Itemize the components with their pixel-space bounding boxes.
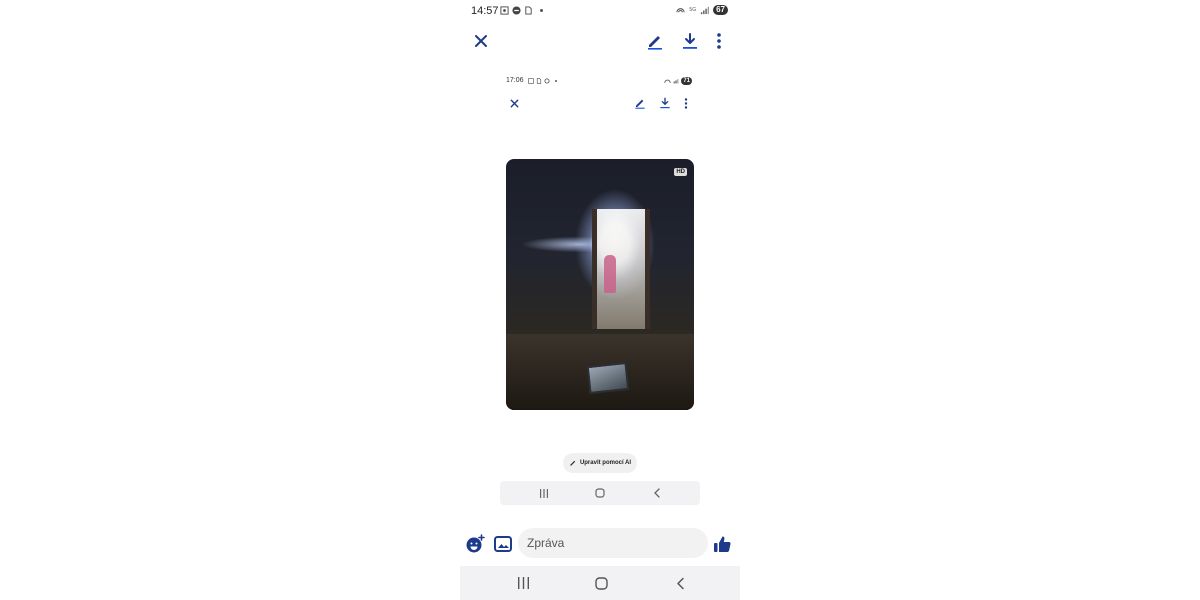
inner-navigation-bar xyxy=(500,481,700,505)
recents-button[interactable] xyxy=(513,574,533,592)
file-icon xyxy=(536,78,542,84)
message-input[interactable] xyxy=(518,528,708,558)
inner-recents-button xyxy=(538,487,550,499)
inner-close-button xyxy=(507,96,521,110)
download-icon xyxy=(683,33,697,49)
more-vert-icon xyxy=(717,33,721,49)
edit-button[interactable] xyxy=(644,30,666,52)
video-scene-doorway xyxy=(592,209,650,329)
close-icon xyxy=(510,99,518,107)
inner-edit-button xyxy=(633,96,647,110)
shared-screenshot[interactable]: 17:06 71 HD Upravit pomocí AI xyxy=(500,72,700,482)
hotspot-icon xyxy=(676,7,686,12)
ai-edit-icon xyxy=(570,460,576,466)
hd-badge: HD xyxy=(674,168,687,176)
hotspot-icon xyxy=(664,79,672,83)
home-button[interactable] xyxy=(591,574,611,592)
like-button[interactable] xyxy=(711,533,733,555)
back-icon xyxy=(676,577,684,589)
inner-status-right-icons: 71 xyxy=(664,77,692,85)
video-scene-figure xyxy=(604,255,616,293)
add-emoji-button[interactable] xyxy=(464,533,486,555)
network-type: 5G xyxy=(689,7,697,13)
image-icon xyxy=(494,536,512,552)
inner-status-bar: 17:06 71 xyxy=(500,76,700,88)
inner-back-button xyxy=(651,487,663,499)
recents-icon xyxy=(540,488,548,498)
edit-with-ai-button: Upravit pomocí AI xyxy=(563,453,637,473)
inner-status-left-icons xyxy=(528,78,557,84)
status-left-icons xyxy=(500,6,543,15)
screenshot-icon xyxy=(500,6,509,15)
status-time: 14:57 xyxy=(471,5,499,17)
download-button[interactable] xyxy=(679,30,701,52)
more-options-button[interactable] xyxy=(708,30,730,52)
more-vert-icon xyxy=(684,97,688,109)
signal-icon xyxy=(700,6,710,14)
video-thumbnail[interactable]: HD xyxy=(506,159,694,410)
viewer-toolbar xyxy=(460,26,740,56)
phone-screen: 14:57 5G 67 17:06 71 HD Upravit pomocí A… xyxy=(460,0,740,600)
file-icon xyxy=(525,6,532,15)
battery-indicator: 67 xyxy=(713,5,728,15)
system-navigation-bar xyxy=(460,566,740,600)
edit-with-ai-label: Upravit pomocí AI xyxy=(579,460,632,466)
back-icon xyxy=(654,488,660,498)
thumbs-up-icon xyxy=(714,536,731,552)
back-button[interactable] xyxy=(670,574,690,592)
inner-more-button xyxy=(679,96,693,110)
close-button[interactable] xyxy=(470,30,492,52)
home-icon xyxy=(594,576,608,590)
inner-home-button xyxy=(594,487,606,499)
do-not-disturb-icon xyxy=(512,6,521,15)
inner-download-button xyxy=(658,96,672,110)
gallery-button[interactable] xyxy=(492,533,514,555)
add-sticker-icon xyxy=(466,534,485,553)
download-icon xyxy=(660,97,670,109)
edit-icon xyxy=(635,99,645,109)
inner-status-time: 17:06 xyxy=(506,77,524,84)
settings-icon xyxy=(544,78,550,84)
home-icon xyxy=(595,488,605,498)
edit-icon xyxy=(648,36,662,50)
inner-viewer-toolbar xyxy=(500,94,700,112)
notification-dot xyxy=(540,9,543,12)
video-scene-basin xyxy=(586,361,630,395)
status-bar: 14:57 5G 67 xyxy=(460,0,740,24)
notification-dot xyxy=(555,80,557,82)
inner-battery-indicator: 71 xyxy=(681,77,692,85)
signal-icon xyxy=(673,79,679,84)
status-right-icons: 5G 67 xyxy=(676,5,728,15)
message-composer xyxy=(460,526,740,562)
screenshot-icon xyxy=(528,78,534,84)
close-icon xyxy=(475,35,487,47)
recents-icon xyxy=(517,577,529,589)
